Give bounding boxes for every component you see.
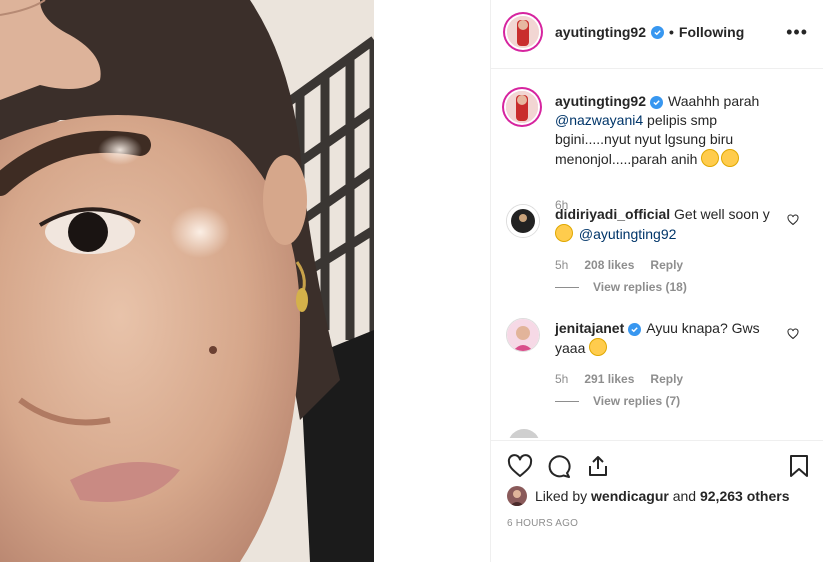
verified-badge-icon <box>650 96 664 109</box>
header-separator: • <box>669 24 674 40</box>
view-replies-label: View replies (18) <box>593 280 687 294</box>
author-username[interactable]: ayutingting92 <box>555 24 646 40</box>
verified-badge-icon <box>628 323 642 336</box>
avatar-image <box>507 319 539 351</box>
comment-item: jenitajanet Ayuu knapa? Gws yaaa 5h 291 l… <box>504 314 804 414</box>
like-comment-heart-icon[interactable] <box>787 327 799 345</box>
caption-username[interactable]: ayutingting92 <box>555 93 646 109</box>
comments-list[interactable]: ayutingting92 Waahhh parah @nazwayani4 pe… <box>491 69 823 438</box>
liked-by-prefix: Liked by <box>535 488 592 504</box>
caption-text: ayutingting92 Waahhh parah @nazwayani4 pe… <box>555 92 770 169</box>
selfie-image <box>0 0 374 562</box>
author-avatar[interactable] <box>507 16 539 48</box>
share-icon[interactable] <box>586 454 610 483</box>
reply-button[interactable]: Reply <box>650 372 683 386</box>
avatar-image <box>507 486 527 506</box>
post-photo[interactable] <box>0 0 374 562</box>
view-replies-button[interactable]: View replies (18) <box>555 280 687 294</box>
kissing-face-emoji-icon <box>589 338 608 356</box>
caption-body: Waahhh parah <box>668 93 760 109</box>
post-header: ayutingting92 • Following ••• <box>491 0 823 69</box>
liker-avatar[interactable] <box>507 486 527 506</box>
comment-username[interactable]: didiriyadi_official <box>555 206 670 222</box>
comment-meta: 5h 291 likes Reply <box>555 372 683 386</box>
avatar-image <box>507 205 539 237</box>
liked-by: Liked by wendicagur and 92,263 others <box>507 486 789 506</box>
post-panel: ayutingting92 • Following ••• ayutingtin… <box>490 0 823 562</box>
post-timestamp[interactable]: 6 HOURS AGO <box>507 518 578 529</box>
avatar-image <box>506 91 538 123</box>
comment-meta: 5h 208 likes Reply <box>555 258 683 272</box>
caption-avatar[interactable] <box>506 91 538 123</box>
comment-time[interactable]: 5h <box>555 258 568 272</box>
comment-bubble-icon[interactable] <box>546 454 572 483</box>
liked-by-text: Liked by wendicagur and 92,263 others <box>535 488 789 504</box>
likes-count[interactable]: 92,263 others <box>700 488 790 504</box>
sad-face-emoji-icon <box>721 149 740 167</box>
comment-time[interactable]: 5h <box>555 372 568 386</box>
comment-avatar-partial[interactable] <box>508 429 540 438</box>
comment-likes[interactable]: 208 likes <box>584 258 634 272</box>
comment-avatar[interactable] <box>506 318 540 352</box>
comment-username[interactable]: jenitajanet <box>555 320 624 336</box>
avatar-image <box>507 16 539 48</box>
following-button[interactable]: Following <box>679 24 744 40</box>
comment-likes[interactable]: 291 likes <box>584 372 634 386</box>
reply-button[interactable]: Reply <box>650 258 683 272</box>
save-bookmark-icon[interactable] <box>788 454 810 483</box>
caption-mention[interactable]: @nazwayani4 <box>555 112 643 128</box>
header-user: ayutingting92 • Following <box>555 24 744 40</box>
replies-line <box>555 286 579 288</box>
smiling-face-emoji-icon <box>555 224 573 242</box>
caption: ayutingting92 Waahhh parah @nazwayani4 pe… <box>504 87 804 212</box>
more-options-icon[interactable]: ••• <box>786 23 808 41</box>
view-replies-button[interactable]: View replies (7) <box>555 394 680 408</box>
verified-badge-icon <box>651 25 665 39</box>
comment-item: didiriyadi_official Get well soon y @ayu… <box>504 200 804 300</box>
comment-mention[interactable]: @ayutingting92 <box>579 226 677 242</box>
comment-text: jenitajanet Ayuu knapa? Gws yaaa <box>555 319 770 358</box>
liker-username[interactable]: wendicagur <box>591 488 669 504</box>
liked-by-and: and <box>668 488 700 504</box>
replies-line <box>555 400 579 402</box>
like-heart-icon[interactable] <box>507 454 533 483</box>
like-comment-heart-icon[interactable] <box>787 213 799 231</box>
action-bar <box>491 440 823 478</box>
comment-avatar[interactable] <box>506 204 540 238</box>
view-replies-label: View replies (7) <box>593 394 681 408</box>
comment-body: Get well soon y <box>674 206 770 222</box>
fearful-face-emoji-icon <box>701 149 720 167</box>
comment-text: didiriyadi_official Get well soon y @ayu… <box>555 205 770 244</box>
